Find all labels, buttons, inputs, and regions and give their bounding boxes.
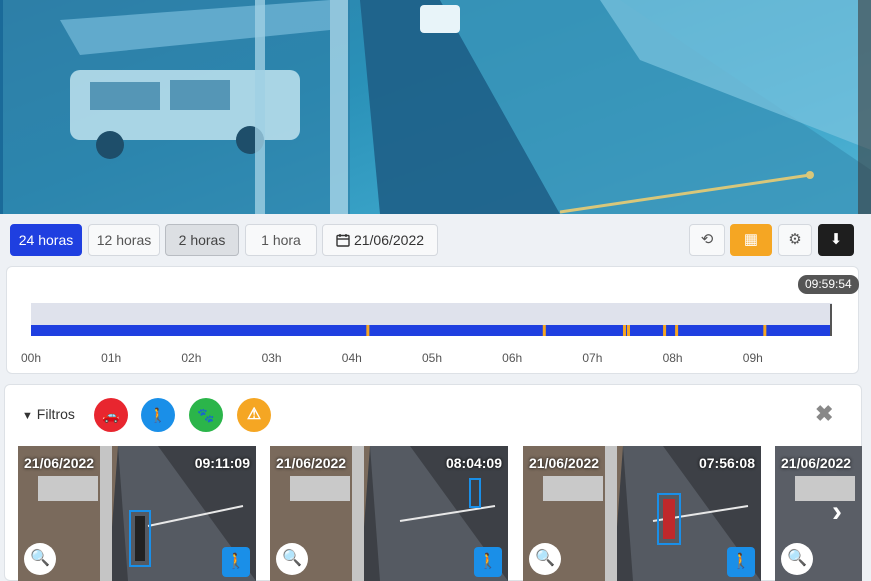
hour-tick-label: 01h	[101, 351, 121, 365]
chevron-right-icon: ›	[832, 495, 842, 528]
download-button[interactable]: ⬇	[818, 224, 854, 256]
filter-alert-button[interactable]: ⚠	[237, 398, 271, 432]
date-value: 21/06/2022	[353, 232, 425, 248]
history-icon: ⟲	[700, 231, 714, 248]
filter-car-button[interactable]: 🚗	[94, 398, 128, 432]
camera-grid-button[interactable]: ▦	[730, 224, 772, 256]
filters-label: ▼ Filtros	[22, 406, 75, 422]
hour-tick-label: 08h	[663, 351, 683, 365]
zoom-button[interactable]: 🔍	[781, 543, 813, 575]
event-thumbnail[interactable]: 21/06/2022 09:11:09 🔍 🚶	[18, 446, 256, 581]
person-icon: 🚶	[478, 553, 498, 570]
event-marker[interactable]	[622, 325, 626, 336]
warning-icon: ⚠	[246, 406, 262, 423]
hour-tick-label: 04h	[342, 351, 362, 365]
event-marker[interactable]	[626, 325, 630, 336]
event-time: 08:04:09	[445, 455, 502, 471]
zoom-button[interactable]: 🔍	[24, 543, 56, 575]
range-24h-button[interactable]: 24 horas	[10, 224, 82, 256]
zoom-icon: 🔍	[30, 550, 50, 567]
filter-person-button[interactable]: 🚶	[141, 398, 175, 432]
zoom-button[interactable]: 🔍	[276, 543, 308, 575]
zoom-icon: 🔍	[787, 550, 807, 567]
camera-grid-icon: ▦	[743, 231, 759, 248]
range-1h-button[interactable]: 1 hora	[245, 224, 317, 256]
range-12h-button[interactable]: 12 horas	[88, 224, 160, 256]
timeline-track[interactable]: 00h 01h 02h 03h 04h 05h 06h 07h 08h 09h	[0, 266, 871, 374]
event-marker[interactable]	[663, 325, 667, 336]
person-icon: 🚶	[149, 407, 167, 423]
history-button[interactable]: ⟲	[689, 224, 725, 256]
event-date: 21/06/2022	[276, 455, 347, 471]
next-arrow-button[interactable]: ›	[832, 495, 842, 529]
hour-tick-label: 07h	[582, 351, 602, 365]
event-time: 07:56:08	[698, 455, 755, 471]
event-thumbnail[interactable]: 21/06/2022 08:04:09 🔍 🚶	[270, 446, 508, 581]
event-marker[interactable]	[542, 325, 546, 336]
filter-funnel-icon: ▼	[22, 410, 33, 422]
person-icon: 🚶	[226, 553, 246, 570]
event-thumbnail[interactable]: 21/06/2022 🔍	[775, 446, 862, 581]
person-icon: 🚶	[731, 553, 751, 570]
car-icon: 🚗	[102, 407, 120, 423]
zoom-button[interactable]: 🔍	[529, 543, 561, 575]
current-time-badge: 09:59:54	[798, 275, 859, 294]
range-2h-button[interactable]: 2 horas	[165, 224, 239, 256]
settings-button[interactable]: ⚙	[778, 224, 812, 256]
person-badge: 🚶	[222, 547, 250, 577]
gear-icon: ⚙	[788, 231, 802, 248]
event-marker[interactable]	[675, 325, 679, 336]
zoom-icon: 🔍	[282, 550, 302, 567]
hour-tick-label: 03h	[262, 351, 282, 365]
paw-icon: 🐾	[197, 407, 215, 423]
hour-tick-label: 06h	[502, 351, 522, 365]
camera-feed	[0, 0, 871, 214]
download-icon: ⬇	[829, 231, 843, 248]
event-thumbnail[interactable]: 21/06/2022 07:56:08 🔍 🚶	[523, 446, 761, 581]
filter-animal-button[interactable]: 🐾	[189, 398, 223, 432]
date-picker-button[interactable]: 21/06/2022	[322, 224, 438, 256]
event-marker[interactable]	[763, 325, 767, 336]
zoom-icon: 🔍	[535, 550, 555, 567]
person-badge: 🚶	[474, 547, 502, 577]
close-icon: ✖	[815, 401, 834, 426]
hour-tick-label: 00h	[21, 351, 41, 365]
calendar-icon	[336, 234, 350, 247]
event-time: 09:11:09	[194, 455, 250, 471]
hour-tick-label: 05h	[422, 351, 442, 365]
person-badge: 🚶	[727, 547, 755, 577]
event-date: 21/06/2022	[24, 455, 95, 471]
event-date: 21/06/2022	[529, 455, 600, 471]
event-date: 21/06/2022	[781, 455, 852, 471]
close-filters-button[interactable]: ✖	[815, 401, 833, 427]
event-marker[interactable]	[366, 325, 370, 336]
hour-tick-label: 09h	[743, 351, 763, 365]
hour-tick-label: 02h	[181, 351, 201, 365]
